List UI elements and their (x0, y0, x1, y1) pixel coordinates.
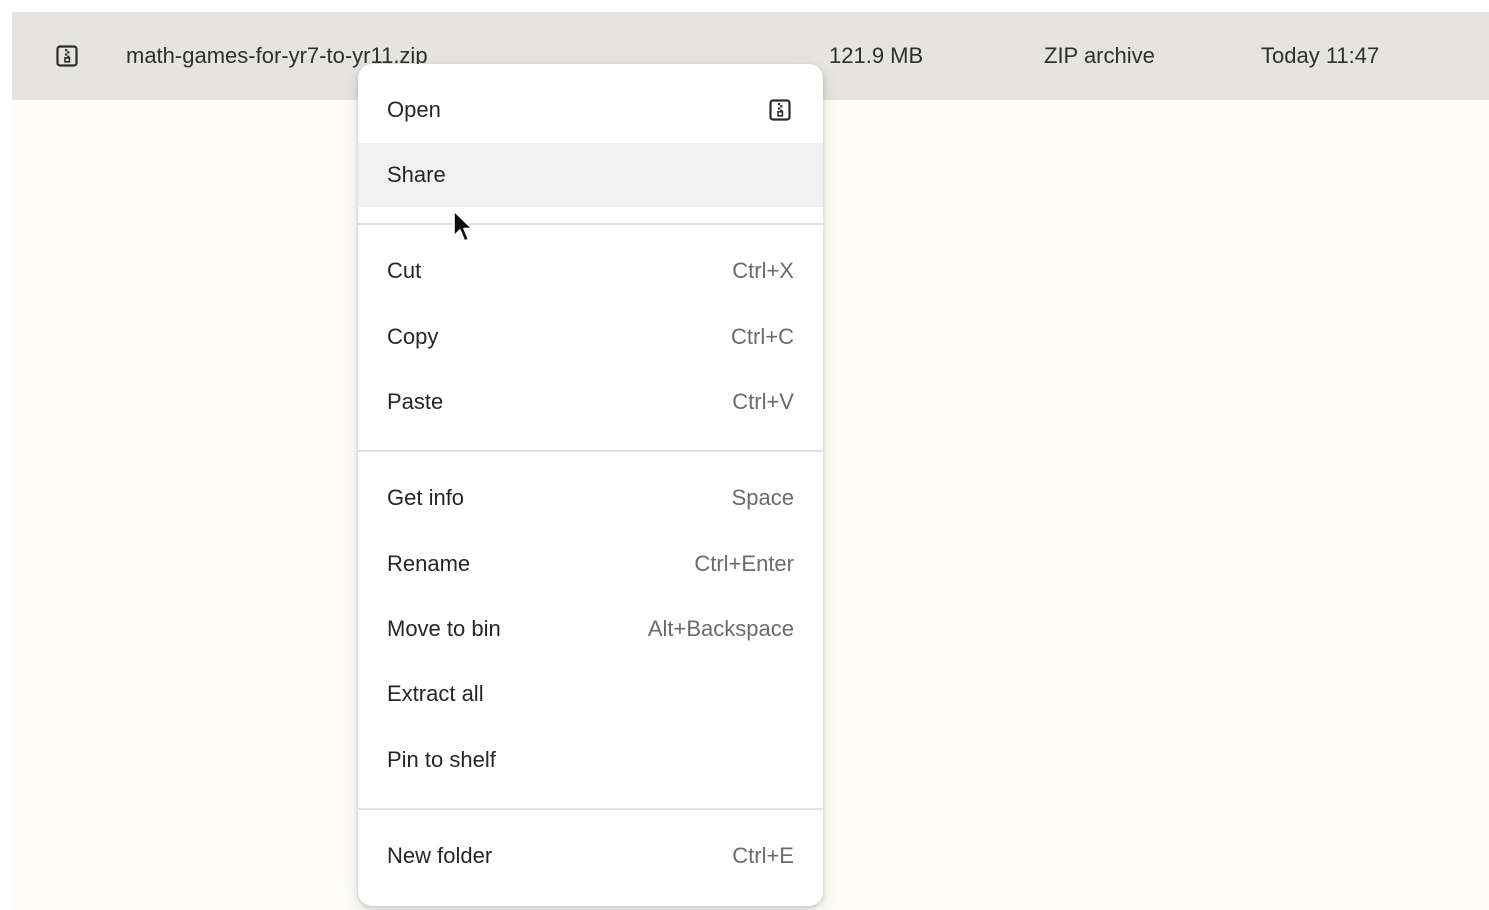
menu-item-shortcut: Ctrl+Enter (694, 551, 794, 576)
menu-item-label: Extract all (387, 681, 484, 706)
menu-item-label: New folder (387, 843, 493, 868)
menu-item-new-folder[interactable]: New folder Ctrl+E (358, 824, 823, 888)
menu-item-copy[interactable]: Copy Ctrl+C (358, 305, 823, 369)
file-size: 121.9 MB (829, 43, 924, 68)
menu-item-rename[interactable]: Rename Ctrl+Enter (358, 532, 823, 596)
menu-item-extract-all[interactable]: Extract all (358, 662, 823, 726)
menu-item-label: Copy (387, 324, 439, 349)
context-menu: Open Share Cut Ctrl+X Copy Ctrl+C Paste … (358, 64, 823, 906)
menu-item-shortcut: Ctrl+E (732, 843, 794, 868)
menu-item-label: Get info (387, 485, 465, 510)
menu-item-label: Move to bin (387, 616, 501, 641)
menu-separator (358, 223, 823, 225)
menu-item-shortcut: Alt+Backspace (647, 616, 794, 641)
mouse-pointer-icon (453, 210, 473, 242)
zip-file-icon (769, 99, 791, 121)
menu-item-get-info[interactable]: Get info Space (358, 466, 823, 530)
menu-item-shortcut: Space (731, 485, 794, 510)
menu-item-share[interactable]: Share (358, 143, 823, 207)
menu-item-label: Share (387, 162, 446, 187)
menu-item-open[interactable]: Open (358, 78, 823, 142)
menu-item-label: Cut (387, 258, 422, 283)
menu-item-pin-to-shelf[interactable]: Pin to shelf (358, 728, 823, 792)
file-modified-date: Today 11:47 (1261, 43, 1380, 68)
menu-item-cut[interactable]: Cut Ctrl+X (358, 239, 823, 303)
menu-item-shortcut: Ctrl+X (732, 258, 794, 283)
menu-item-label: Paste (387, 389, 444, 414)
menu-item-paste[interactable]: Paste Ctrl+V (358, 370, 823, 434)
menu-item-label: Rename (387, 551, 471, 576)
menu-separator (358, 450, 823, 452)
file-type: ZIP archive (1044, 43, 1155, 68)
menu-item-label: Pin to shelf (387, 747, 496, 772)
menu-item-label: Open (387, 97, 441, 122)
menu-separator (358, 808, 823, 810)
menu-item-shortcut: Ctrl+C (731, 324, 794, 349)
zip-file-icon (56, 45, 78, 67)
menu-item-move-to-bin[interactable]: Move to bin Alt+Backspace (358, 597, 823, 661)
menu-item-shortcut: Ctrl+V (732, 389, 794, 414)
